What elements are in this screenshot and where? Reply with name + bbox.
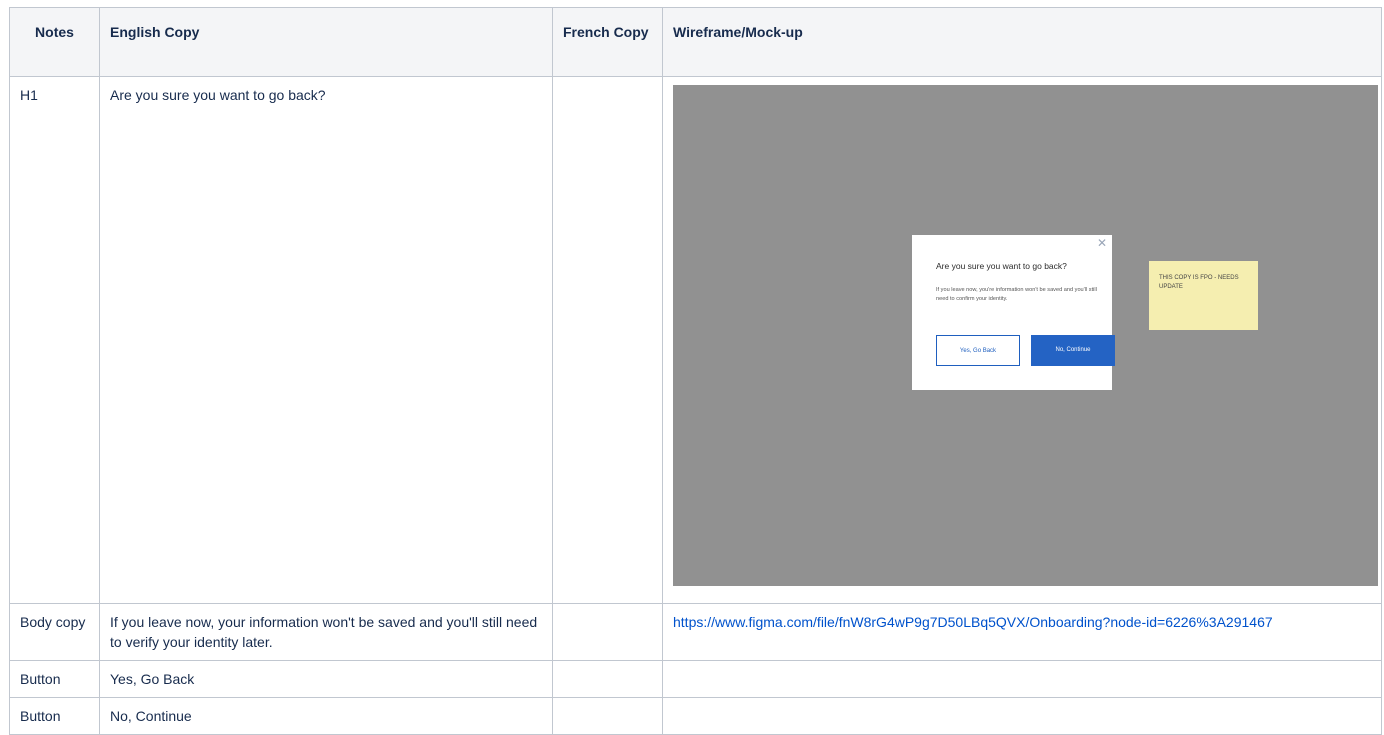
wireframe-cell: [662, 697, 1382, 735]
sticky-note: THIS COPY IS FPO - NEEDS UPDATE: [1149, 261, 1258, 330]
notes-cell: Button: [9, 697, 100, 735]
french-cell: [552, 697, 663, 735]
header-english-copy: English Copy: [99, 7, 553, 77]
copy-table: Notes English Copy French Copy Wireframe…: [9, 7, 1382, 735]
mockup-modal-title: Are you sure you want to go back?: [936, 261, 1067, 271]
page-content: Notes English Copy French Copy Wireframe…: [9, 7, 1382, 735]
mockup-modal-body: If you leave now, you're information won…: [936, 287, 1097, 302]
table-row: Body copy If you leave now, your informa…: [9, 603, 1382, 661]
mockup-yes-go-back-button: Yes, Go Back: [936, 335, 1020, 366]
table-header-row: Notes English Copy French Copy Wireframe…: [9, 7, 1382, 77]
header-french-copy: French Copy: [552, 7, 663, 77]
wireframe-cell: [662, 660, 1382, 698]
english-cell: Yes, Go Back: [99, 660, 553, 698]
table-row: Button Yes, Go Back: [9, 660, 1382, 698]
header-wireframe: Wireframe/Mock-up: [662, 7, 1382, 77]
figma-link[interactable]: https://www.figma.com/file/fnW8rG4wP9g7D…: [673, 614, 1273, 630]
mockup-modal-dialog: ✕ Are you sure you want to go back? If y…: [912, 235, 1115, 390]
french-cell: [552, 76, 663, 604]
french-cell: [552, 660, 663, 698]
wireframe-mockup-image: ✕ Are you sure you want to go back? If y…: [673, 85, 1378, 586]
table-row: Button No, Continue: [9, 697, 1382, 735]
notes-cell: H1: [9, 76, 100, 604]
french-cell: [552, 603, 663, 661]
mockup-no-continue-button: No, Continue: [1031, 335, 1115, 366]
wireframe-cell: ✕ Are you sure you want to go back? If y…: [662, 76, 1382, 604]
notes-cell: Body copy: [9, 603, 100, 661]
english-cell: No, Continue: [99, 697, 553, 735]
english-cell: Are you sure you want to go back?: [99, 76, 553, 604]
notes-cell: Button: [9, 660, 100, 698]
close-icon: ✕: [1096, 236, 1107, 250]
english-cell: If you leave now, your information won't…: [99, 603, 553, 661]
table-row: H1 Are you sure you want to go back? ✕ A…: [9, 76, 1382, 604]
wireframe-cell: https://www.figma.com/file/fnW8rG4wP9g7D…: [662, 603, 1382, 661]
header-notes: Notes: [9, 7, 100, 77]
